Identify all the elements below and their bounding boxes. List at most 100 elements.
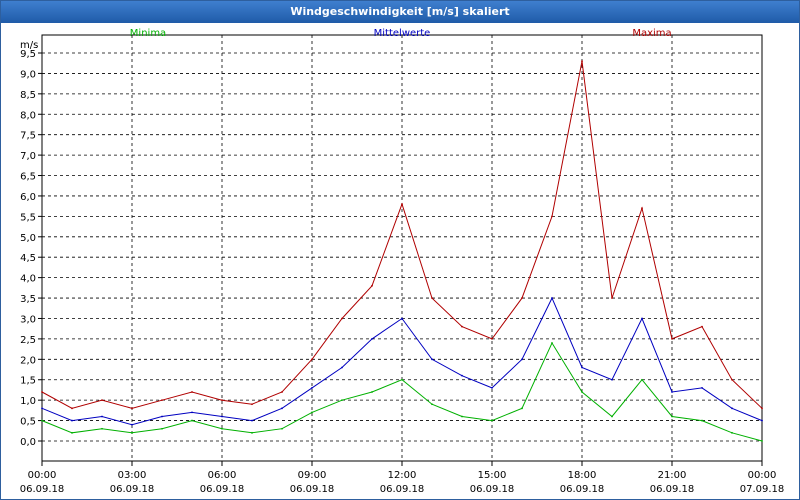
data-point-maxima [461,325,463,328]
data-point-maxima [521,297,523,299]
data-point-maxima [611,297,613,299]
data-point-minima [161,427,163,430]
data-point-maxima [161,399,163,402]
data-point-mittelwerte [521,358,523,361]
data-point-minima [281,427,283,430]
data-point-mittelwerte [701,387,703,389]
y-tick-label: 0,5 [20,417,36,428]
data-point-mittelwerte [71,419,73,422]
x-tick-date: 06.09.18 [110,484,155,495]
data-point-mittelwerte [221,415,223,418]
legend: Minima Mittelwerte Maxima [130,28,672,39]
data-point-mittelwerte [161,415,163,418]
y-tick-label: 4,0 [20,274,36,285]
data-point-minima [191,419,193,422]
data-point-mittelwerte [581,366,583,369]
data-point-minima [311,411,313,414]
data-point-minima [251,431,253,434]
x-tick-date: 06.09.18 [380,484,425,495]
x-tick-labels: 00:00 06.09.18 03:00 06.09.18 06:00 06.09.18 0… [20,470,785,495]
data-point-minima [551,342,553,344]
data-point-mittelwerte [341,366,343,369]
data-point-maxima [341,317,343,320]
data-point-minima [671,415,673,418]
y-tick-label: 7,5 [20,131,36,142]
data-point-maxima [401,203,403,206]
data-point-maxima [431,297,433,299]
x-tick-time: 00:00 [748,470,777,481]
data-point-maxima [281,391,283,393]
data-point-mittelwerte [101,415,103,418]
y-tick-label: 1,0 [20,396,36,407]
data-point-mittelwerte [491,387,493,389]
x-tick-time: 03:00 [118,470,147,481]
data-point-minima [731,431,733,434]
y-tick-label: 0,0 [20,437,36,448]
y-tick-label: 5,5 [20,212,36,223]
data-point-maxima [191,391,193,393]
x-tick-date: 07.09.18 [740,484,785,495]
x-tick-time: 00:00 [28,470,57,481]
x-tick-time: 06:00 [208,470,237,481]
data-point-maxima [101,399,103,402]
data-point-minima [611,415,613,418]
data-point-maxima [701,325,703,328]
x-tick-date: 06.09.18 [200,484,245,495]
data-point-maxima [251,403,253,406]
data-point-mittelwerte [761,419,763,422]
data-point-mittelwerte [401,317,403,320]
data-point-mittelwerte [281,407,283,410]
y-tick-label: 5,0 [20,233,36,244]
data-point-minima [461,415,463,418]
data-point-maxima [641,207,643,210]
y-tick-label: 6,5 [20,172,36,183]
data-point-minima [431,403,433,406]
data-point-minima [401,378,403,381]
data-point-maxima [491,337,493,340]
data-point-mittelwerte [551,297,553,299]
x-tick-time: 15:00 [478,470,507,481]
data-point-minima [101,427,103,430]
data-point-maxima [761,407,763,410]
data-point-minima [491,419,493,422]
data-point-mittelwerte [431,358,433,361]
data-point-mittelwerte [461,374,463,377]
x-tick-time: 18:00 [568,470,597,481]
y-tick-label: 3,0 [20,314,36,325]
data-point-minima [221,427,223,430]
x-tick-time: 21:00 [658,470,687,481]
x-tick-date: 06.09.18 [290,484,335,495]
data-point-minima [131,431,133,434]
data-point-mittelwerte [371,337,373,340]
legend-minima: Minima [130,28,166,39]
data-point-maxima [71,407,73,410]
data-point-mittelwerte [731,407,733,410]
data-point-mittelwerte [671,391,673,393]
data-point-mittelwerte [41,407,43,410]
legend-maxima: Maxima [632,28,671,39]
x-tick-time: 12:00 [388,470,417,481]
data-point-minima [521,407,523,410]
legend-mittelwerte: Mittelwerte [374,28,431,39]
data-point-minima [701,419,703,422]
y-tick-label: 2,0 [20,355,36,366]
data-point-minima [341,399,343,402]
data-point-minima [371,391,373,393]
y-tick-label: 9,5 [20,49,36,60]
data-point-mittelwerte [251,419,253,422]
data-point-mittelwerte [641,317,643,320]
data-point-mittelwerte [611,378,613,381]
data-point-mittelwerte [191,411,193,414]
y-tick-label: 7,0 [20,151,36,162]
data-point-maxima [131,407,133,410]
y-tick-label: 4,5 [20,253,36,264]
data-point-maxima [731,378,733,381]
data-point-maxima [581,60,583,63]
y-tick-label: 3,5 [20,294,36,305]
data-point-maxima [371,284,373,287]
data-point-minima [761,440,763,442]
axes: m/s [20,34,763,466]
y-tick-labels: 0,0 0,5 1,0 1,5 2,0 2,5 3,0 3,5 4,0 4,5 5,0 5,5 6,0 6… [20,49,36,448]
data-point-maxima [311,358,313,361]
x-tick-date: 06.09.18 [560,484,605,495]
